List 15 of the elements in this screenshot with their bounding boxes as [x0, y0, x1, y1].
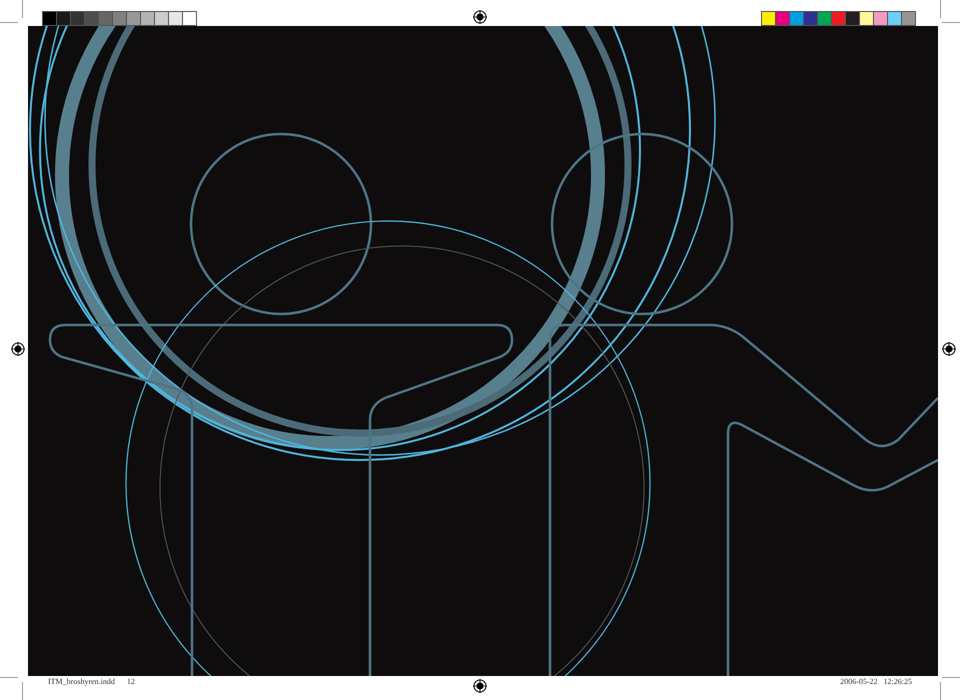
- crop-mark: [942, 22, 960, 23]
- crop-mark: [940, 0, 941, 18]
- registration-mark-icon: [941, 341, 957, 357]
- timestamp: 2006-05-22 12:26:25: [840, 677, 912, 687]
- crop-mark: [22, 682, 23, 700]
- registration-mark-icon: [472, 678, 488, 694]
- crop-mark: [942, 677, 960, 678]
- crop-mark: [0, 22, 18, 23]
- registration-mark-icon: [472, 9, 488, 25]
- page-number: 12: [126, 677, 135, 687]
- registration-mark-icon: [10, 341, 26, 357]
- crop-mark: [0, 677, 18, 678]
- crop-mark: [22, 0, 23, 18]
- crop-mark: [940, 682, 941, 700]
- file-name: ITM_broshyren.indd: [48, 677, 115, 687]
